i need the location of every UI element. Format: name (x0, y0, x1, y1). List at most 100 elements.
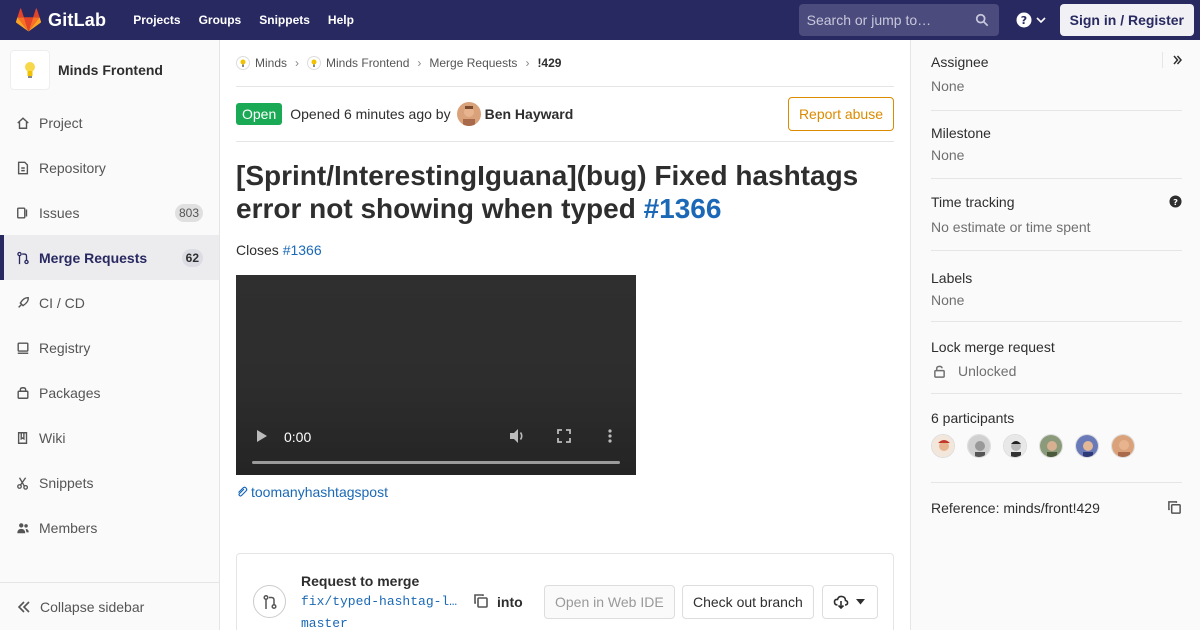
download-dropdown-button[interactable] (822, 585, 878, 619)
report-abuse-button[interactable]: Report abuse (787, 97, 894, 131)
sidebar-item-snippets[interactable]: Snippets (0, 460, 219, 505)
double-chevron-right-icon (1173, 55, 1182, 65)
copy-icon[interactable] (473, 593, 489, 609)
sidebar-item-project[interactable]: Project (0, 100, 219, 145)
breadcrumb-separator: › (525, 56, 530, 70)
breadcrumb-separator: › (417, 56, 422, 70)
labels-block: Labels None (931, 270, 1182, 322)
sidebar-item-label: Repository (39, 159, 106, 176)
attachment-link[interactable]: toomanyhashtagspost (236, 484, 894, 500)
collapse-sidebar-label: Collapse sidebar (40, 598, 145, 615)
help-dropdown[interactable]: ? (1016, 12, 1046, 28)
nav-link-projects[interactable]: Projects (133, 13, 180, 27)
sidebar-item-repository[interactable]: Repository (0, 145, 219, 190)
breadcrumb-current[interactable]: !429 (537, 56, 561, 70)
gitlab-logo[interactable]: GitLab (16, 0, 106, 40)
open-web-ide-button[interactable]: Open in Web IDE (544, 585, 675, 619)
fullscreen-icon[interactable] (556, 428, 572, 444)
volume-icon[interactable] (508, 427, 526, 445)
search-icon (975, 13, 988, 27)
video-progress-bar[interactable] (252, 461, 620, 464)
mr-title-text: [Sprint/InterestingIguana](bug) Fixed ha… (236, 160, 859, 224)
merge-request-icon (262, 594, 277, 609)
closes-line: Closes #1366 (236, 242, 894, 258)
users-icon (17, 522, 29, 533)
container-icon (17, 341, 29, 354)
target-branch-link[interactable]: master (301, 616, 348, 630)
participant-avatar[interactable] (1075, 434, 1099, 458)
author-name[interactable]: Ben Hayward (485, 106, 574, 122)
paperclip-icon (238, 486, 248, 497)
milestone-title: Milestone (931, 125, 991, 141)
sidebar-item-members[interactable]: Members (0, 505, 219, 550)
merge-widget-title: Request to merge (301, 573, 420, 589)
lock-title: Lock merge request (931, 339, 1055, 355)
video-controls: 0:00 (236, 385, 636, 475)
mr-status-row: Open Opened 6 minutes ago by Ben Hayward… (236, 87, 894, 142)
sidebar-nav: Project Repository Issues 803 Merge Requ… (0, 100, 219, 550)
project-header[interactable]: Minds Frontend (0, 40, 219, 100)
sidebar-item-merge-requests[interactable]: Merge Requests 62 (0, 235, 219, 280)
sidebar-item-label: Packages (39, 384, 101, 401)
sidebar-item-issues[interactable]: Issues 803 (0, 190, 219, 235)
checkout-branch-button[interactable]: Check out branch (682, 585, 814, 619)
participant-avatar[interactable] (1039, 434, 1063, 458)
rocket-icon (18, 296, 29, 308)
nav-links: Projects Groups Snippets Help (133, 13, 372, 27)
merge-request-widget: Request to merge fix/typed-hashtag-lengt… (236, 553, 894, 630)
breadcrumb-minds[interactable]: Minds (236, 56, 287, 70)
reference-text: Reference: minds/front!429 (931, 500, 1100, 516)
play-icon[interactable] (256, 429, 268, 443)
closes-issue-link[interactable]: #1366 (283, 242, 322, 258)
lightbulb-icon (25, 62, 35, 78)
sidebar-item-ci-cd[interactable]: CI / CD (0, 280, 219, 325)
search-box[interactable] (798, 4, 999, 36)
sidebar-item-packages[interactable]: Packages (0, 370, 219, 415)
collapse-sidebar-button[interactable]: Collapse sidebar (0, 582, 219, 630)
collapse-right-sidebar-button[interactable] (1162, 52, 1182, 68)
sidebar-item-label: Snippets (39, 474, 94, 491)
attachment-name[interactable]: toomanyhashtagspost (251, 484, 388, 500)
sidebar-item-registry[interactable]: Registry (0, 325, 219, 370)
breadcrumb-merge-requests[interactable]: Merge Requests (429, 56, 517, 70)
nav-link-snippets[interactable]: Snippets (259, 13, 310, 27)
lock-open-icon (934, 365, 945, 378)
book-icon (17, 431, 28, 444)
author-avatar[interactable] (456, 102, 481, 126)
participant-avatar[interactable] (931, 434, 955, 458)
breadcrumb-label: Minds Frontend (326, 56, 410, 70)
nav-link-groups[interactable]: Groups (199, 13, 242, 27)
cloud-download-icon (833, 595, 849, 610)
reference-block: Reference: minds/front!429 (931, 500, 1182, 524)
question-circle-icon[interactable]: ? (1169, 195, 1182, 208)
lock-value: Unlocked (958, 363, 1017, 379)
more-options-icon[interactable] (608, 428, 612, 444)
copy-icon[interactable] (1167, 500, 1182, 515)
participant-avatar[interactable] (967, 434, 991, 458)
svg-text:?: ? (1020, 14, 1026, 27)
status-badge: Open (236, 103, 283, 125)
sidebar-item-wiki[interactable]: Wiki (0, 415, 219, 460)
project-avatar (10, 50, 50, 90)
nav-link-help[interactable]: Help (328, 13, 354, 27)
project-name: Minds Frontend (58, 62, 163, 78)
video-player[interactable]: 0:00 (236, 275, 636, 475)
participant-avatar[interactable] (1111, 434, 1135, 458)
nav-right: ? Sign in / Register (798, 0, 1200, 40)
search-input[interactable] (806, 12, 967, 28)
assignee-title: Assignee (931, 54, 989, 70)
home-icon (17, 116, 29, 129)
sidebar-item-label: Wiki (39, 429, 66, 446)
breadcrumb-minds-frontend[interactable]: Minds Frontend (307, 56, 409, 70)
into-label: into (497, 594, 523, 610)
sign-in-button[interactable]: Sign in / Register (1059, 4, 1194, 36)
mr-title-issue-link[interactable]: #1366 (644, 193, 722, 224)
labels-value: None (931, 292, 965, 308)
left-sidebar: Minds Frontend Project Repository Issues… (0, 40, 220, 630)
source-branch-link[interactable]: fix/typed-hashtag-length-error (301, 594, 463, 609)
milestone-block: Milestone None (931, 125, 1182, 179)
sidebar-item-label: Members (39, 519, 98, 536)
participant-avatar[interactable] (1003, 434, 1027, 458)
participants-list (931, 434, 1182, 458)
sidebar-item-label: Registry (39, 339, 91, 356)
